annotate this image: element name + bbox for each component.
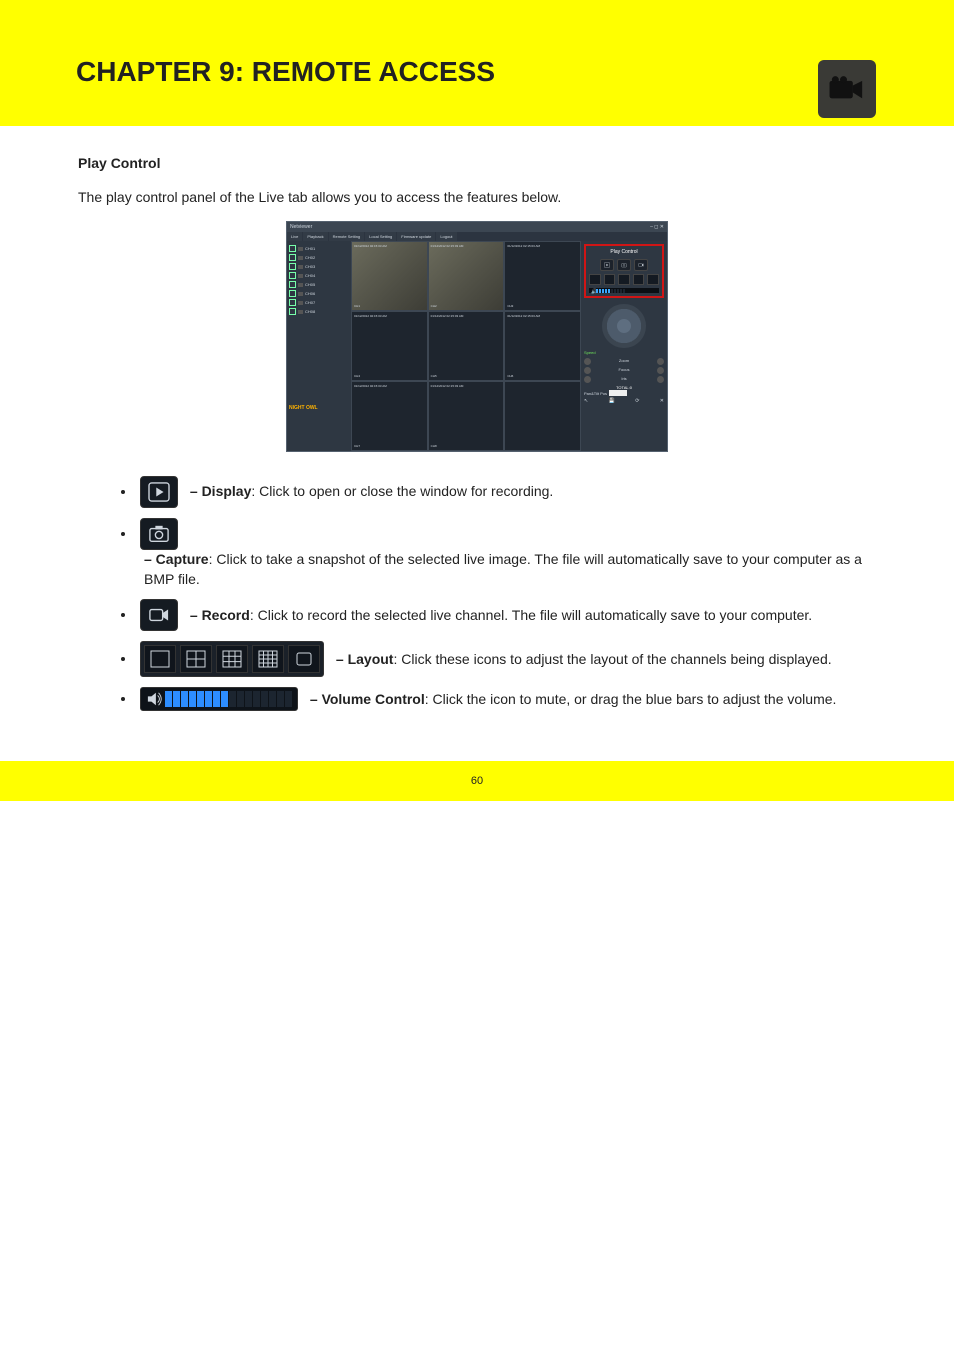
refresh-icon[interactable]: ⟳ (635, 398, 639, 405)
play-control-panel: Play Control (584, 244, 664, 298)
volume-text: Click the icon to mute, or drag the blue… (433, 691, 837, 707)
record-label: – Record (190, 607, 250, 623)
speed-label: Speed (584, 350, 664, 356)
play-control-title: Play Control (589, 249, 659, 256)
layout-16-icon (252, 645, 284, 673)
speaker-icon: 🔊 (591, 289, 595, 293)
zoom-label: Zoom (619, 358, 629, 364)
cursor-icon[interactable]: ↖ (584, 398, 588, 405)
page-footer: 60 (0, 761, 954, 801)
camera-icon (818, 60, 876, 118)
capture-text: Click to take a snapshot of the selected… (144, 551, 862, 587)
tab-logout[interactable]: Logout (436, 232, 456, 241)
list-item: – Volume Control: Click the icon to mute… (136, 687, 876, 711)
video-tile: 01/12/2012 02:15:03 AMCH8 (428, 381, 505, 451)
layout-fullscreen-icon (288, 645, 320, 673)
yellow-top-band (0, 0, 954, 44)
list-item: – Capture: Click to take a snapshot of t… (136, 518, 876, 589)
clear-icon[interactable]: ✕ (660, 398, 664, 405)
sidebar-item-ch01[interactable]: CH01 (289, 245, 349, 252)
iris-minus[interactable] (584, 376, 591, 383)
brand-logo: NIGHT OWL (289, 405, 349, 412)
video-tile: 01/12/2012 02:15:03 AMCH6 (504, 311, 581, 381)
volume-bar (140, 687, 298, 711)
layout-9-icon (216, 645, 248, 673)
display-button[interactable] (600, 259, 614, 271)
speaker-icon (146, 691, 164, 707)
video-tile: 01/12/2012 02:15:03 AMCH3 (504, 241, 581, 311)
display-text: Click to open or close the window for re… (259, 483, 553, 499)
sidebar-item-ch05[interactable]: CH05 (289, 281, 349, 288)
video-tile: 01/12/2012 02:15:03 AMCH5 (428, 311, 505, 381)
list-item: – Display: Click to open or close the wi… (136, 476, 876, 508)
layout-4x4-button[interactable] (633, 274, 645, 285)
tab-remote-setting[interactable]: Remote Setting (329, 232, 365, 241)
record-text: Click to record the selected live channe… (258, 607, 813, 623)
intro-text: The play control panel of the Live tab a… (78, 188, 876, 208)
focus-plus[interactable] (657, 367, 664, 374)
sidebar-item-ch04[interactable]: CH04 (289, 272, 349, 279)
sidebar-item-ch08[interactable]: CH08 (289, 308, 349, 315)
sidebar-item-ch06[interactable]: CH06 (289, 290, 349, 297)
tab-local-setting[interactable]: Local Setting (365, 232, 396, 241)
video-tile: 01/12/2012 02:15:03 AMCH1 (351, 241, 428, 311)
tab-live[interactable]: Live (287, 232, 302, 241)
layout-1-icon (144, 645, 176, 673)
chapter-header: CHAPTER 9: REMOTE ACCESS (0, 44, 954, 126)
sidebar-item-ch03[interactable]: CH03 (289, 263, 349, 270)
video-tile: 01/12/2012 02:15:03 AMCH2 (428, 241, 505, 311)
layout-2x2-button[interactable] (604, 274, 616, 285)
feature-list: – Display: Click to open or close the wi… (78, 476, 876, 711)
right-panel: Play Control (581, 241, 667, 451)
video-tile: 01/12/2012 02:15:03 AMCH4 (351, 311, 428, 381)
display-label: – Display (190, 483, 251, 499)
capture-icon (140, 518, 178, 550)
focus-label: Focus (619, 367, 630, 373)
save-icon[interactable]: 💾 (609, 398, 615, 405)
pantilt-select[interactable] (609, 390, 627, 396)
layout-text: Click these icons to adjust the layout o… (401, 651, 831, 667)
volume-label: – Volume Control (310, 691, 425, 707)
ptz-panel: Speed Zoom Focus Iris TOTAL:0 Pan&Tilt P… (584, 304, 664, 405)
page-number: 60 (471, 775, 483, 787)
zoom-minus[interactable] (584, 358, 591, 365)
focus-minus[interactable] (584, 367, 591, 374)
chapter-title: CHAPTER 9: REMOTE ACCESS (76, 56, 495, 87)
layout-3x3-button[interactable] (618, 274, 630, 285)
app-screenshot: Netviewer – ◻ ✕ Live Playback Remote Set… (78, 221, 876, 452)
channel-sidebar: CH01 CH02 CH03 CH04 CH05 CH06 CH07 CH08 … (287, 241, 351, 451)
list-item: – Record: Click to record the selected l… (136, 599, 876, 631)
window-title: Netviewer (290, 224, 312, 231)
capture-button[interactable] (617, 259, 631, 271)
tab-playback[interactable]: Playback (303, 232, 327, 241)
iris-plus[interactable] (657, 376, 664, 383)
tab-firmware-update[interactable]: Firmware update (397, 232, 435, 241)
capture-label: – Capture (144, 551, 209, 567)
iris-label: Iris (621, 376, 626, 382)
record-button[interactable] (634, 259, 648, 271)
section-heading: Play Control (78, 154, 876, 174)
pantilt-label: Pan&Tilt Pos (584, 391, 607, 397)
sidebar-item-ch07[interactable]: CH07 (289, 299, 349, 306)
layout-icons (140, 641, 324, 677)
display-icon (140, 476, 178, 508)
list-item: – Layout: Click these icons to adjust th… (136, 641, 876, 677)
video-tile: 01/12/2012 02:15:03 AMCH7 (351, 381, 428, 451)
ptz-wheel[interactable] (602, 304, 646, 348)
video-tile (504, 381, 581, 451)
layout-label: – Layout (336, 651, 394, 667)
record-icon (140, 599, 178, 631)
layout-1x1-button[interactable] (589, 274, 601, 285)
layout-4-icon (180, 645, 212, 673)
volume-mini[interactable]: 🔊 (589, 288, 659, 293)
video-grid: 01/12/2012 02:15:03 AMCH1 01/12/2012 02:… (351, 241, 581, 451)
zoom-plus[interactable] (657, 358, 664, 365)
window-controls-icon: – ◻ ✕ (650, 224, 664, 231)
sidebar-item-ch02[interactable]: CH02 (289, 254, 349, 261)
layout-full-button[interactable] (647, 274, 659, 285)
